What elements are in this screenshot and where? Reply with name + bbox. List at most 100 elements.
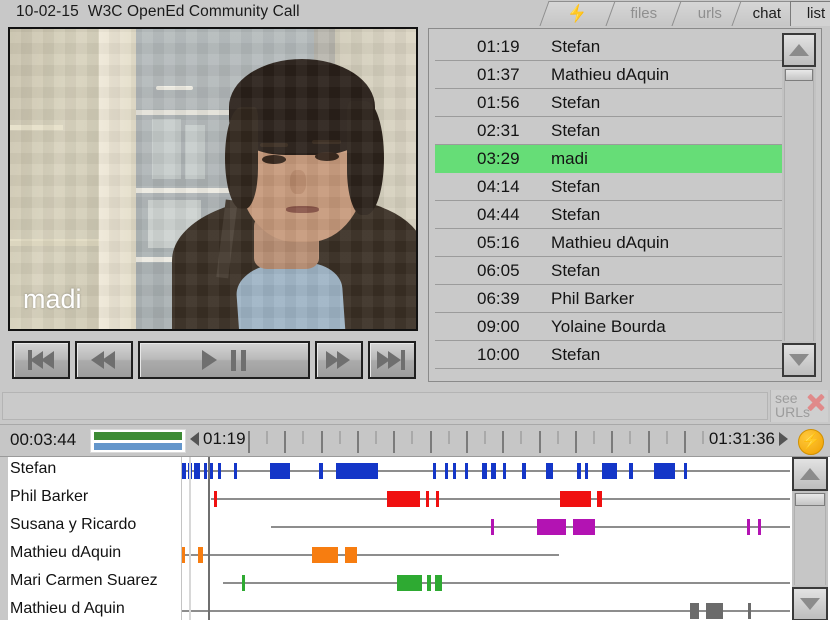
list-item-partial[interactable] [435,369,783,377]
track-segment[interactable] [560,491,591,507]
bolt-action-button[interactable]: ⚡ [798,429,824,455]
track-segment[interactable] [193,463,201,479]
list-scroll-thumb[interactable] [785,69,813,81]
track-lane[interactable] [182,513,790,541]
track-segment[interactable] [425,491,429,507]
track-segment[interactable] [396,575,422,591]
track-segment[interactable] [503,463,507,479]
track-segment[interactable] [453,463,457,479]
track-segment[interactable] [269,463,291,479]
track-segment[interactable] [444,463,449,479]
track-segment[interactable] [522,463,527,479]
list-scroll-down-button[interactable] [782,343,816,377]
list-item[interactable]: 01:19 Stefan [435,33,783,61]
track-name-row[interactable]: Phil Barker [0,485,182,513]
track-scroll-up-button[interactable] [792,457,828,491]
play-pause-button[interactable] [138,341,310,379]
track-segment[interactable] [427,575,431,591]
track-segment[interactable] [433,463,437,479]
track-segment[interactable] [601,463,617,479]
track-lane[interactable] [182,597,790,620]
range-start-control[interactable]: 01:19 [190,429,246,449]
track-scrollbar[interactable] [792,457,828,620]
track-segment[interactable] [577,463,581,479]
track-segment[interactable] [748,603,752,619]
range-end-control[interactable]: 01:31:36 [709,429,788,449]
list-item[interactable]: 05:16 Mathieu dAquin [435,229,783,257]
list-item[interactable]: 04:14 Stefan [435,173,783,201]
see-urls-button[interactable]: see URLs [770,390,828,422]
fast-forward-button[interactable] [315,341,363,379]
track-segment[interactable] [706,603,723,619]
track-segment[interactable] [690,603,699,619]
track-name-row[interactable]: Susana y Ricardo [0,513,182,541]
timeline-ruler[interactable] [248,425,704,457]
track-segment[interactable] [182,547,186,563]
rewind-button[interactable] [75,341,133,379]
track-lane[interactable] [182,569,790,597]
list-item[interactable]: 04:44 Stefan [435,201,783,229]
track-segment[interactable] [545,463,554,479]
track-segment[interactable] [482,463,487,479]
track-segment[interactable] [537,519,567,535]
track-segment[interactable] [629,463,634,479]
timeline-lanes[interactable] [182,457,790,620]
list-item[interactable]: 03:29 madi [435,145,783,173]
track-segment[interactable] [585,463,589,479]
track-segment[interactable] [344,547,358,563]
list-item[interactable]: 06:39 Phil Barker [435,285,783,313]
track-segment[interactable] [241,575,245,591]
track-segment[interactable] [312,547,338,563]
track-segment[interactable] [491,463,496,479]
arrow-left-icon[interactable] [190,432,199,446]
speaker-list[interactable]: 01:19 Stefan 01:37 Mathieu dAquin 01:56 Stefa… [435,33,783,377]
track-lane[interactable] [182,485,790,513]
track-segment[interactable] [436,491,440,507]
track-scroll-thumb[interactable] [795,493,825,506]
track-name-row[interactable]: Mathieu d Aquin [0,597,182,620]
tab-list[interactable]: list [790,1,830,26]
track-segment[interactable] [386,491,421,507]
track-segment[interactable] [746,519,751,535]
video-player[interactable]: madi [8,27,418,331]
list-scroll-up-button[interactable] [782,33,816,67]
close-x-icon[interactable] [807,393,825,411]
tab-bolt[interactable]: ⚡ [539,1,617,26]
track-segment[interactable] [233,463,238,479]
track-segment[interactable] [217,463,221,479]
track-segment[interactable] [490,519,494,535]
skip-to-start-button[interactable] [12,341,70,379]
skip-to-end-button[interactable] [368,341,416,379]
arrow-right-icon[interactable] [779,432,788,446]
list-scrollbar[interactable] [782,33,816,377]
track-scroll-down-button[interactable] [792,587,828,620]
track-name-row[interactable]: Mathieu dAquin [0,541,182,569]
track-segment[interactable] [203,463,207,479]
track-segment[interactable] [198,547,203,563]
list-item[interactable]: 09:00 Yolaine Bourda [435,313,783,341]
list-scroll-track[interactable] [784,69,814,341]
track-segment[interactable] [572,519,595,535]
track-segment[interactable] [335,463,378,479]
list-item[interactable]: 02:31 Stefan [435,117,783,145]
track-segment[interactable] [209,463,213,479]
list-item[interactable]: 06:05 Stefan [435,257,783,285]
track-segment[interactable] [757,519,761,535]
list-item[interactable]: 10:00 Stefan [435,341,783,369]
tab-files[interactable]: files [605,1,683,26]
track-segment[interactable] [434,575,442,591]
track-segment[interactable] [213,491,217,507]
track-segment[interactable] [319,463,324,479]
track-segment[interactable] [654,463,676,479]
track-name-row[interactable]: Mari Carmen Suarez [0,569,182,597]
list-item[interactable]: 01:56 Stefan [435,89,783,117]
track-segment[interactable] [597,491,602,507]
track-segment[interactable] [465,463,469,479]
track-segment[interactable] [683,463,688,479]
track-lane[interactable] [182,457,790,485]
track-segment[interactable] [182,463,186,479]
track-lane[interactable] [182,541,790,569]
track-scroll-track[interactable] [794,493,826,585]
track-name-row[interactable]: Stefan [0,457,182,485]
list-item[interactable]: 01:37 Mathieu dAquin [435,61,783,89]
